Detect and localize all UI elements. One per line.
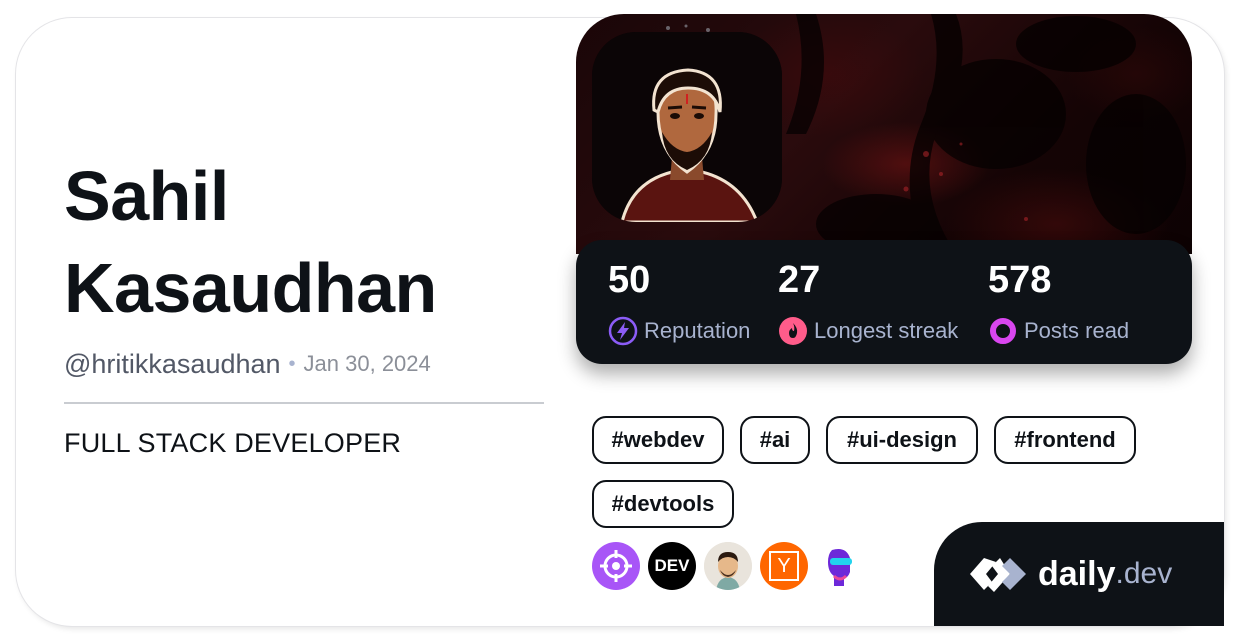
first-name: Sahil [64,157,229,235]
avatar-portrait-icon [592,32,782,222]
posts-read-ring-icon [988,316,1018,346]
handle-row: @hritikkasaudhan • Jan 30, 2024 [64,348,544,380]
streak-value: 27 [778,259,821,301]
divider [64,402,544,404]
brand-suffix: .dev [1115,557,1173,590]
hacker-news-source-icon[interactable]: Y [760,542,808,590]
memoji-source-icon[interactable] [704,542,752,590]
tag-ai[interactable]: #ai [740,416,810,464]
streak-label: Longest streak [814,318,959,343]
separator-dot: • [288,352,296,375]
reputation-value: 50 [608,259,651,301]
stat-posts-read: 578 Posts read [988,258,1129,346]
profile-name: Sahil Kasaudhan [64,150,544,334]
dev-to-source-icon[interactable]: DEV [648,542,696,590]
bio: FULL STACK DEVELOPER [64,428,402,458]
tag-frontend[interactable]: #frontend [994,416,1136,464]
tag-devtools[interactable]: #devtools [592,480,734,528]
stat-streak: 27 Longest streak [778,258,958,346]
join-date: Jan 30, 2024 [303,351,431,376]
dev-to-label: DEV [654,556,690,575]
brand-name: daily [1038,554,1116,593]
daily-dev-brand[interactable]: daily .dev [934,522,1224,626]
stats-bar: 50 Reputation 27 Longest streak 578 Post… [576,240,1192,364]
posts-read-label: Posts read [1024,318,1130,343]
hacker-news-label: Y [769,551,799,581]
username: @hritikkasaudhan [64,348,281,379]
profile-info: Sahil Kasaudhan @hritikkasaudhan • Jan 3… [64,150,544,459]
stat-reputation: 50 Reputation [608,258,750,346]
posts-read-value: 578 [988,259,1052,301]
reputation-label: Reputation [644,318,751,343]
avatar [592,32,782,222]
streak-flame-icon [778,316,808,346]
reputation-bolt-icon [608,316,638,346]
crosshair-source-icon[interactable] [592,542,640,590]
tag-ui-design[interactable]: #ui-design [826,416,978,464]
tag-webdev[interactable]: #webdev [592,416,724,464]
robot-head-source-icon[interactable] [816,542,864,590]
daily-dev-logo-icon [966,554,1030,594]
last-name: Kasaudhan [64,249,437,327]
